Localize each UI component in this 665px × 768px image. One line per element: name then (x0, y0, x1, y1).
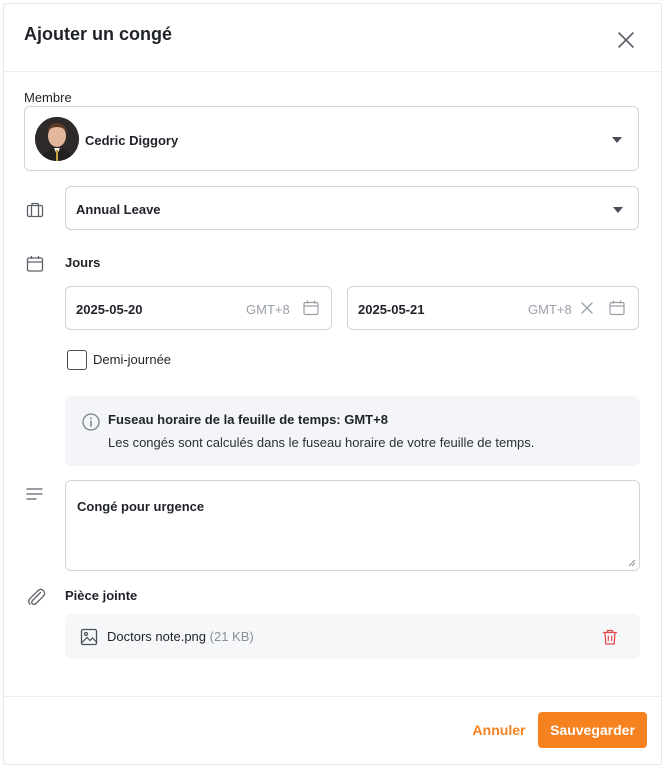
cancel-button[interactable]: Annuler (466, 712, 532, 748)
chevron-down-icon (612, 137, 622, 143)
end-date-value: 2025-05-21 (358, 302, 425, 317)
trash-icon[interactable] (601, 628, 619, 646)
days-label: Jours (65, 255, 101, 270)
start-date-value: 2025-05-20 (76, 302, 143, 317)
dialog-title: Ajouter un congé (24, 24, 172, 44)
info-icon (82, 413, 100, 431)
resize-handle-icon[interactable] (627, 558, 636, 567)
briefcase-icon (26, 202, 44, 218)
footer-divider (4, 696, 661, 697)
note-textarea[interactable]: Congé pour urgence (65, 480, 640, 571)
add-leave-dialog: Ajouter un congé Membre Cedric Diggory A… (3, 3, 662, 765)
paperclip-icon (28, 588, 46, 606)
avatar (35, 117, 79, 161)
calendar-icon[interactable] (302, 299, 320, 317)
member-name: Cedric Diggory (85, 133, 179, 148)
leave-type-value: Annual Leave (76, 202, 161, 217)
member-label: Membre (24, 90, 72, 105)
end-date-input[interactable]: 2025-05-21 GMT+8 (347, 286, 639, 330)
start-timezone: GMT+8 (246, 302, 290, 317)
note-value: Congé pour urgence (77, 499, 205, 514)
info-body: Les congés sont calculés dans le fuseau … (108, 435, 535, 450)
half-day-checkbox[interactable] (67, 350, 87, 370)
info-title: Fuseau horaire de la feuille de temps: G… (108, 412, 388, 427)
calendar-icon[interactable] (608, 299, 626, 317)
timezone-info-box: Fuseau horaire de la feuille de temps: G… (65, 396, 640, 466)
member-select[interactable]: Cedric Diggory (24, 106, 639, 171)
start-date-input[interactable]: 2025-05-20 GMT+8 (65, 286, 332, 330)
image-file-icon (80, 628, 98, 646)
save-button[interactable]: Sauvegarder (538, 712, 647, 748)
attachment-label: Pièce jointe (65, 588, 138, 603)
attachment-file-name[interactable]: Doctors note.png (21 KB) (107, 629, 254, 644)
header-divider (4, 71, 661, 72)
chevron-down-icon (613, 207, 623, 213)
attachment-file-size: (21 KB) (209, 629, 254, 644)
calendar-icon (26, 256, 44, 272)
leave-type-select[interactable]: Annual Leave (65, 186, 639, 230)
attachment-item: Doctors note.png (21 KB) (65, 614, 640, 659)
clear-icon[interactable] (580, 301, 594, 315)
half-day-label: Demi-journée (93, 352, 172, 367)
end-timezone: GMT+8 (528, 302, 572, 317)
text-lines-icon (26, 488, 43, 500)
close-icon[interactable] (616, 30, 636, 50)
